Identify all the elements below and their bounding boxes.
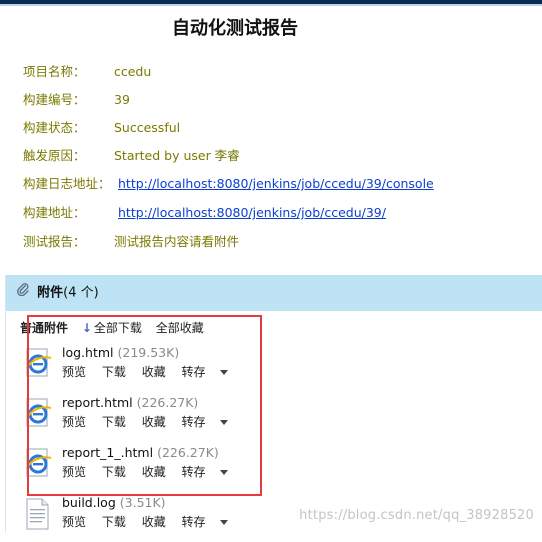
info-value: 测试报告内容请看附件 (114, 234, 240, 249)
console-log-link[interactable]: http://localhost:8080/jenkins/job/ccedu/… (118, 170, 434, 199)
top-bar-accent (0, 4, 542, 6)
caret-down-icon (219, 520, 228, 525)
file-name[interactable]: build.log (62, 495, 116, 510)
file-actions: 预览 下载 收藏 转存 (62, 513, 240, 530)
info-label: 项目名称： (23, 64, 86, 79)
page-title: 自动化测试报告 (172, 18, 298, 39)
text-file-icon (24, 498, 54, 530)
info-row-log-url: 构建日志地址： http://localhost:8080/jenkins/jo… (23, 170, 533, 199)
info-value: Started by user 李睿 (114, 148, 240, 163)
build-link[interactable]: http://localhost:8080/jenkins/job/ccedu/… (118, 199, 386, 228)
watermark: https://blog.csdn.net/qq_38928520 (299, 508, 534, 523)
download-button[interactable]: 下载 (102, 515, 126, 529)
highlight-box (27, 315, 262, 496)
attachments-header: 附件(4 个) (6, 275, 542, 311)
info-row-build-url: 构建地址： http://localhost:8080/jenkins/job/… (23, 199, 533, 228)
info-row-project: 项目名称： ccedu (23, 58, 533, 86)
paperclip-icon (16, 275, 30, 311)
info-value: Successful (114, 120, 181, 135)
info-label: 构建状态： (23, 120, 86, 135)
info-label: 触发原因： (23, 148, 86, 163)
save-to-label: 转存 (181, 515, 206, 529)
info-row-trigger-reason: 触发原因： Started by user 李睿 (23, 142, 533, 170)
info-label: 构建日志地址： (23, 176, 111, 191)
info-label: 构建地址： (23, 205, 86, 220)
attachments-count: (4 个) (63, 285, 99, 301)
favorite-button[interactable]: 收藏 (142, 515, 166, 529)
info-value: 39 (114, 92, 130, 107)
save-to-dropdown[interactable]: 转存 (182, 515, 228, 529)
preview-button[interactable]: 预览 (62, 515, 86, 529)
info-label: 测试报告： (23, 234, 86, 249)
attachments-title: 附件 (37, 285, 64, 301)
report-info: 项目名称： ccedu 构建编号： 39 构建状态： Successful 触发… (23, 58, 533, 256)
file-size: (3.51K) (119, 495, 166, 510)
info-row-build-status: 构建状态： Successful (23, 114, 533, 142)
info-row-build-number: 构建编号： 39 (23, 86, 533, 114)
info-label: 构建编号： (23, 92, 86, 107)
info-row-test-report: 测试报告： 测试报告内容请看附件 (23, 228, 533, 256)
info-value: ccedu (114, 64, 152, 79)
